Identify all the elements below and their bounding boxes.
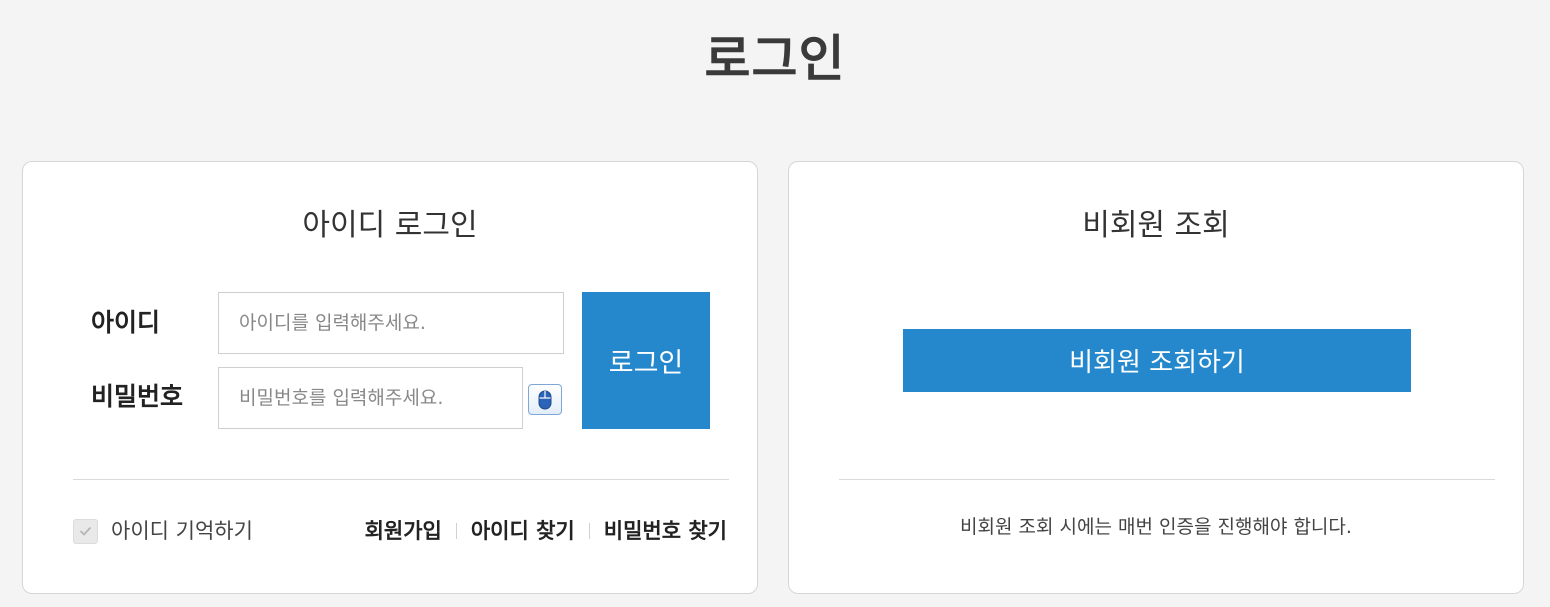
password-input[interactable] — [218, 367, 523, 429]
remember-id: 아이디 기억하기 — [73, 517, 253, 545]
guest-lookup-button[interactable]: 비회원 조회하기 — [903, 329, 1411, 392]
link-separator — [588, 523, 590, 539]
id-login-card: 아이디 로그인 아이디 비밀번호 로그인 아이디 기억하기 회원가입 아이디 찾… — [22, 161, 758, 594]
link-separator — [455, 523, 457, 539]
find-password-link[interactable]: 비밀번호 찾기 — [604, 517, 727, 545]
divider — [839, 479, 1495, 480]
page-title: 로그인 — [704, 30, 846, 88]
id-label: 아이디 — [91, 308, 161, 337]
password-label: 비밀번호 — [91, 382, 184, 411]
guest-lookup-heading: 비회원 조회 — [1082, 208, 1230, 243]
account-links: 회원가입 아이디 찾기 비밀번호 찾기 — [365, 517, 727, 545]
remember-id-label[interactable]: 아이디 기억하기 — [111, 517, 253, 545]
guest-notice: 비회원 조회 시에는 매번 인증을 진행해야 합니다. — [960, 516, 1352, 538]
check-icon — [79, 526, 92, 536]
id-login-heading: 아이디 로그인 — [302, 208, 478, 243]
divider — [73, 479, 729, 480]
id-input[interactable] — [218, 292, 564, 354]
find-id-link[interactable]: 아이디 찾기 — [471, 517, 575, 545]
guest-lookup-card: 비회원 조회 비회원 조회하기 비회원 조회 시에는 매번 인증을 진행해야 합… — [788, 161, 1524, 594]
signup-link[interactable]: 회원가입 — [365, 517, 442, 545]
remember-id-checkbox[interactable] — [73, 518, 98, 544]
virtual-keypad-button[interactable] — [528, 384, 562, 415]
mouse-keypad-icon — [538, 390, 552, 409]
login-button[interactable]: 로그인 — [582, 292, 710, 429]
